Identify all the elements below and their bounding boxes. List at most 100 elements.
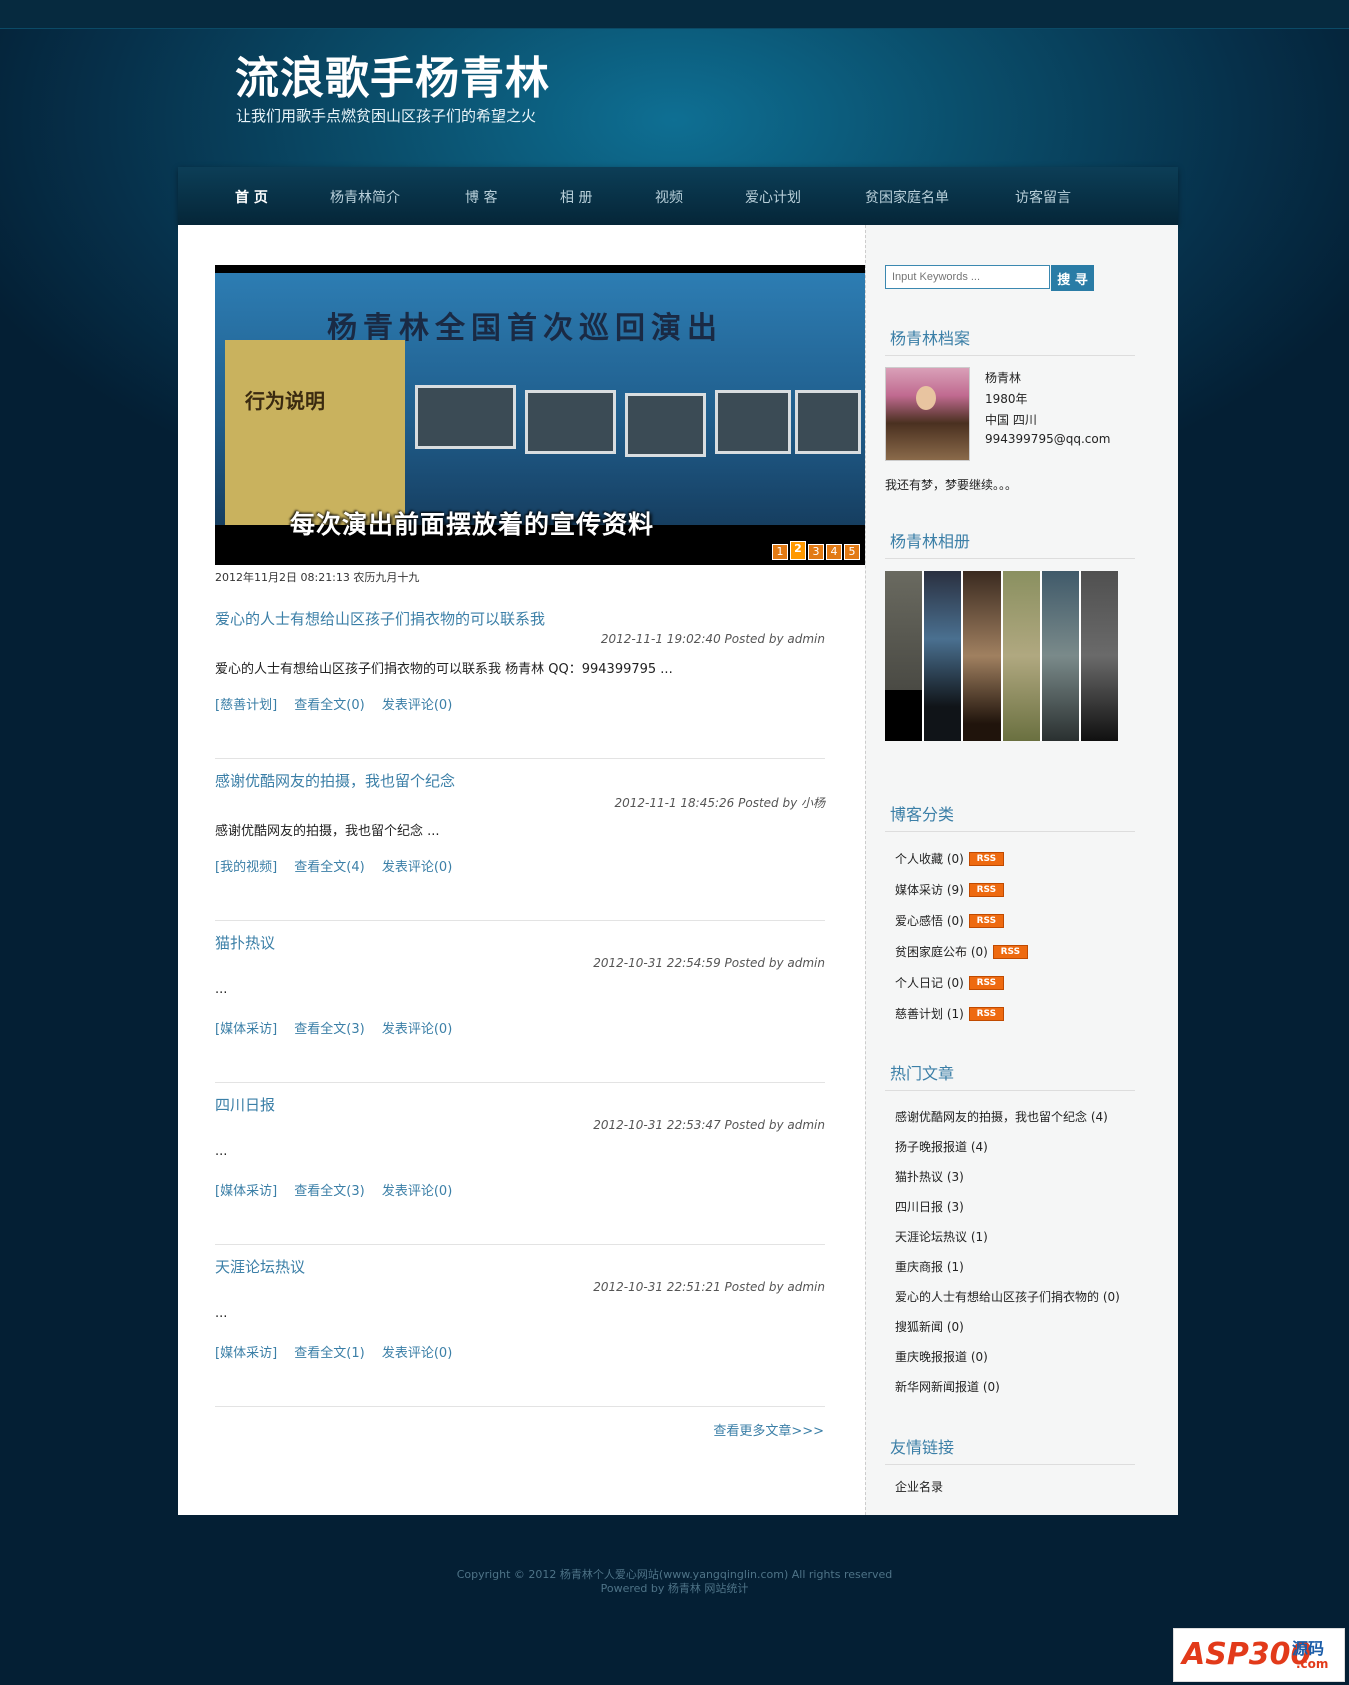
hot-article-link[interactable]: 天涯论坛热议 (1) [895,1228,988,1245]
hot-article-link[interactable]: 重庆晚报报道 (0) [895,1348,988,1365]
divider [885,558,1135,559]
slide-pager: 1 2 3 4 5 [772,541,860,560]
links-heading: 友情链接 [890,1438,955,1457]
category-item[interactable]: 个人日记 (0) RSS [895,974,1004,991]
category-item[interactable]: 个人收藏 (0) RSS [895,850,1004,867]
album-heading: 杨青林相册 [890,532,971,551]
slide-photo [415,385,516,449]
hot-article-link[interactable]: 感谢优酷网友的拍摄，我也留个纪念 (4) [895,1108,1108,1125]
category-label[interactable]: 媒体采访 (9) [895,881,964,898]
slide-caption: 每次演出前面摆放着的宣传资料 [290,510,655,539]
post-category-link[interactable]: [我的视频] [215,860,277,875]
divider [885,1090,1135,1091]
category-label[interactable]: 个人收藏 (0) [895,850,964,867]
post-category-link[interactable]: [媒体采访] [215,1184,277,1199]
post-comment-link[interactable]: 发表评论(0) [382,860,452,875]
rss-icon[interactable]: RSS [968,975,1004,990]
post-read-link[interactable]: 查看全文(4) [294,860,364,875]
categories-heading: 博客分类 [890,805,955,824]
nav-album[interactable]: 相 册 [560,187,592,207]
category-item[interactable]: 贫困家庭公布 (0) RSS [895,943,1028,960]
category-item[interactable]: 媒体采访 (9) RSS [895,881,1004,898]
post-read-link[interactable]: 查看全文(1) [294,1346,364,1361]
nav-love-plan[interactable]: 爱心计划 [745,187,801,207]
nav-poor-families[interactable]: 贫困家庭名单 [865,187,949,207]
album-thumb[interactable] [885,571,923,741]
rss-icon[interactable]: RSS [992,944,1028,959]
post-item: 猫扑热议 2012-10-31 22:54:59 Posted by admin… [215,932,825,1083]
slide-photo [525,390,616,454]
profile-year: 1980年 [985,392,1028,406]
post-comment-link[interactable]: 发表评论(0) [382,698,452,713]
album-thumb[interactable] [1002,571,1040,741]
search-input[interactable] [885,265,1050,289]
rss-icon[interactable]: RSS [968,851,1004,866]
post-category-link[interactable]: [媒体采访] [215,1022,277,1037]
post-title[interactable]: 猫扑热议 [215,932,275,953]
avatar [885,367,970,461]
category-label[interactable]: 个人日记 (0) [895,974,964,991]
rss-icon[interactable]: RSS [968,913,1004,928]
nav-video[interactable]: 视频 [655,187,683,207]
slide-page-5[interactable]: 5 [844,544,860,560]
post-title[interactable]: 感谢优酷网友的拍摄，我也留个纪念 [215,770,455,791]
post-comment-link[interactable]: 发表评论(0) [382,1022,452,1037]
album-gallery[interactable] [885,571,1119,741]
footer-powered: Powered by 杨青林 网站统计 [600,1582,749,1595]
watermark-logo: ASP300 源码 .com [1173,1628,1345,1682]
nav-blog[interactable]: 博 客 [465,187,497,207]
post-read-link[interactable]: 查看全文(3) [294,1184,364,1199]
post-meta: 2012-11-1 19:02:40 Posted by admin [600,632,825,646]
post-item: 感谢优酷网友的拍摄，我也留个纪念 2012-11-1 18:45:26 Post… [215,770,825,921]
hot-article-link[interactable]: 新华网新闻报道 (0) [895,1378,1000,1395]
rss-icon[interactable]: RSS [968,1006,1004,1021]
category-label[interactable]: 爱心感悟 (0) [895,912,964,929]
friend-link[interactable]: 企业名录 [895,1478,943,1495]
post-read-link[interactable]: 查看全文(3) [294,1022,364,1037]
slide-page-3[interactable]: 3 [808,544,824,560]
search-button[interactable]: 搜 寻 [1051,265,1094,291]
album-thumb[interactable] [1080,571,1119,741]
post-meta: 2012-10-31 22:53:47 Posted by admin [593,1118,825,1132]
category-item[interactable]: 爱心感悟 (0) RSS [895,912,1004,929]
category-label[interactable]: 慈善计划 (1) [895,1005,964,1022]
category-item[interactable]: 慈善计划 (1) RSS [895,1005,1004,1022]
slide-page-4[interactable]: 4 [826,544,842,560]
post-excerpt: ... [215,982,228,997]
nav-guestbook[interactable]: 访客留言 [1015,187,1071,207]
hot-article-link[interactable]: 重庆商报 (1) [895,1258,964,1275]
nav-home[interactable]: 首 页 [235,187,268,207]
post-meta: 2012-10-31 22:51:21 Posted by admin [593,1280,825,1294]
hot-article-link[interactable]: 爱心的人士有想给山区孩子们捐衣物的 (0) [895,1288,1120,1305]
nav-intro[interactable]: 杨青林简介 [330,187,400,207]
post-title[interactable]: 天涯论坛热议 [215,1256,305,1277]
slide-page-1[interactable]: 1 [772,544,788,560]
post-read-link[interactable]: 查看全文(0) [294,698,364,713]
post-category-link[interactable]: [媒体采访] [215,1346,277,1361]
post-comment-link[interactable]: 发表评论(0) [382,1184,452,1199]
more-articles-link[interactable]: 查看更多文章>>> [713,1420,824,1439]
hot-article-link[interactable]: 猫扑热议 (3) [895,1168,964,1185]
album-thumb[interactable] [963,571,1001,741]
post-title[interactable]: 爱心的人士有想给山区孩子们捐衣物的可以联系我 [215,608,545,629]
slide-photo [795,390,861,454]
hot-article-link[interactable]: 四川日报 (3) [895,1198,964,1215]
profile-email: 994399795@qq.com [985,432,1111,446]
rss-icon[interactable]: RSS [968,882,1004,897]
category-label[interactable]: 贫困家庭公布 (0) [895,943,988,960]
hot-article-link[interactable]: 搜狐新闻 (0) [895,1318,964,1335]
main-nav: 首 页 杨青林简介 博 客 相 册 视频 爱心计划 贫困家庭名单 访客留言 [178,167,1178,225]
album-thumb[interactable] [924,571,962,741]
site-title: 流浪歌手杨青林 [235,53,550,104]
post-comment-link[interactable]: 发表评论(0) [382,1346,452,1361]
post-category-link[interactable]: [慈善计划] [215,698,277,713]
avatar-face [916,386,936,410]
slideshow[interactable]: 杨青林全国首次巡回演出 行为说明 每次演出前面摆放着的宣传资料 1 2 3 4 … [215,265,865,565]
post-title[interactable]: 四川日报 [215,1094,275,1115]
profile-motto: 我还有梦，梦要继续。。。 [885,478,1018,492]
slide-page-2[interactable]: 2 [790,541,806,560]
album-thumb[interactable] [1041,571,1079,741]
post-item: 四川日报 2012-10-31 22:53:47 Posted by admin… [215,1094,825,1245]
hot-article-link[interactable]: 扬子晚报报道 (4) [895,1138,988,1155]
post-excerpt: 爱心的人士有想给山区孩子们捐衣物的可以联系我 杨青林 QQ：994399795 … [215,662,673,677]
